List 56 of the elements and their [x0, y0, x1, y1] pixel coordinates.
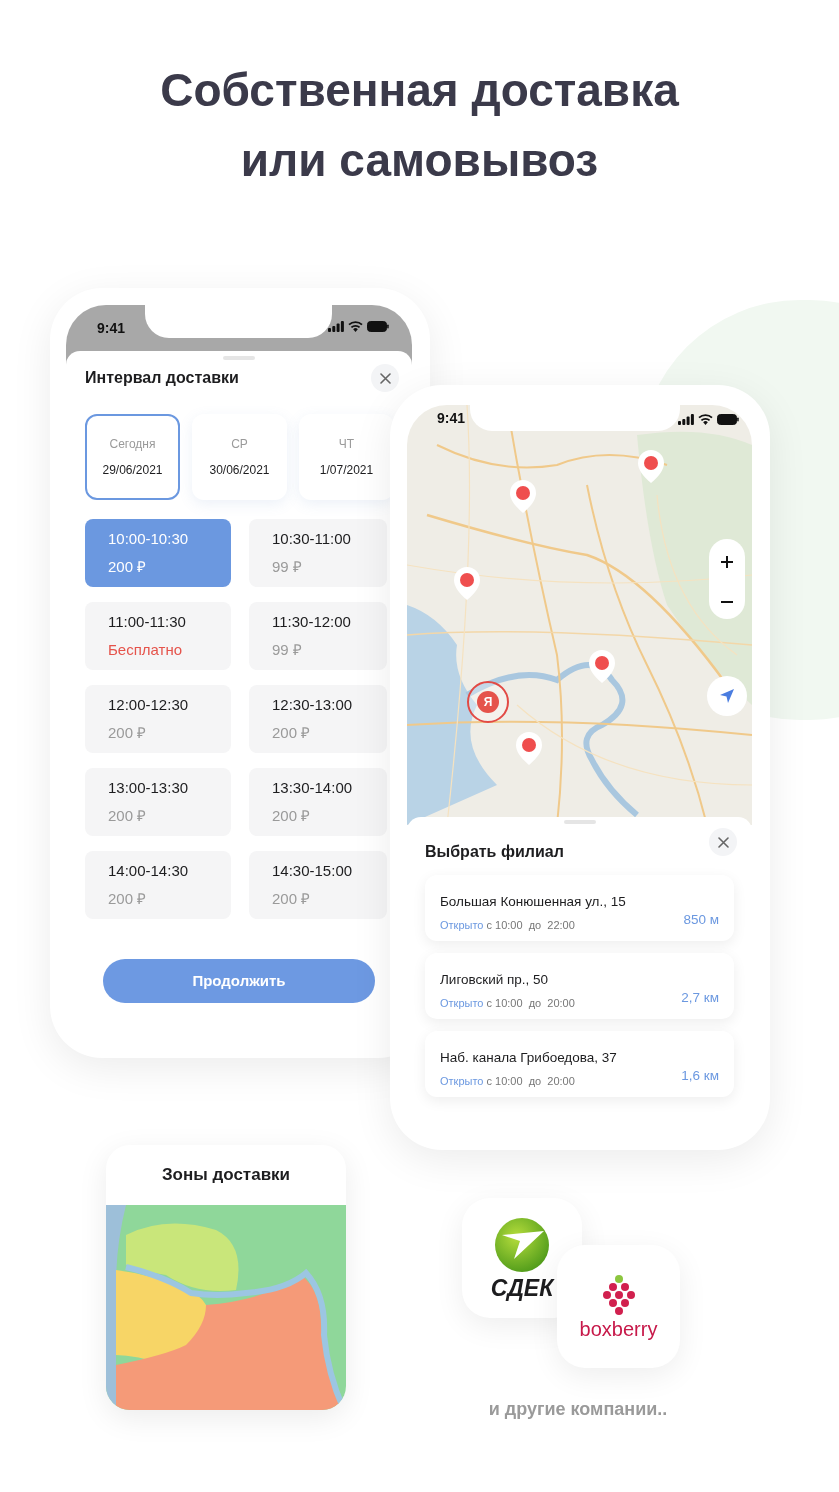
logo-text: СДЕК: [490, 1276, 554, 1300]
headline-text: или самовывоз: [240, 133, 599, 188]
opening-hours: с 10:00 до 22:00: [486, 918, 575, 934]
wifi-icon: [348, 321, 363, 332]
opening-hours: с 10:00 до 20:00: [486, 996, 575, 1012]
zoom-out-icon[interactable]: [721, 600, 733, 603]
open-status: Открыто: [440, 996, 484, 1012]
partners-note: и другие компании..: [488, 1398, 668, 1421]
map-pin-icon: [515, 732, 543, 766]
branch-address: Наб. канала Грибоедова, 37: [440, 1049, 617, 1067]
map-pin-icon: [453, 567, 481, 601]
logo-text: boxberry: [579, 1318, 658, 1339]
map-pin-icon: [588, 650, 616, 684]
signal-icon: [678, 414, 694, 425]
close-button[interactable]: [371, 364, 399, 392]
opening-hours: с 10:00 до 20:00: [486, 1074, 575, 1090]
time-slot[interactable]: 13:00-13:30 200 ₽: [85, 768, 231, 836]
branch-card[interactable]: Большая Конюшенная ул., 15 Открыто с 10:00 до 22:00 850 м: [425, 875, 734, 941]
card-title: Зоны доставки: [161, 1164, 291, 1187]
close-icon[interactable]: [379, 372, 391, 384]
branch-distance: 2,7 км: [681, 989, 719, 1007]
sheet-title: Выбрать филиал: [425, 842, 564, 862]
map-pin-icon: [509, 480, 537, 514]
close-icon[interactable]: [717, 836, 729, 848]
branch-distance: 850 м: [683, 911, 719, 929]
date-tab[interactable]: СР 30/06/2021: [192, 414, 287, 500]
navigation-arrow-icon[interactable]: [719, 688, 735, 704]
date-tab[interactable]: Сегодня 29/06/2021: [85, 414, 180, 500]
branch-card[interactable]: Наб. канала Грибоедова, 37 Открыто с 10:00 до 20:00 1,6 км: [425, 1031, 734, 1097]
close-button[interactable]: [709, 828, 737, 856]
time-slot[interactable]: 10:30-11:00 99 ₽: [249, 519, 387, 587]
time-slot[interactable]: 14:00-14:30 200 ₽: [85, 851, 231, 919]
time-slot[interactable]: 11:30-12:00 99 ₽: [249, 602, 387, 670]
map-pin-icon: [637, 450, 665, 484]
zoom-in-icon[interactable]: [721, 555, 733, 568]
branch-distance: 1,6 км: [681, 1067, 719, 1085]
time-slot[interactable]: 13:30-14:00 200 ₽: [249, 768, 387, 836]
status-time: 9:41: [437, 409, 466, 428]
open-status: Открыто: [440, 918, 484, 934]
branch-address: Лиговский пр., 50: [440, 971, 550, 989]
battery-icon: [367, 321, 389, 332]
time-slot[interactable]: 12:00-12:30 200 ₽: [85, 685, 231, 753]
globe-logo-icon: [494, 1216, 550, 1273]
open-status: Открыто: [440, 1074, 484, 1090]
branch-address: Большая Конюшенная ул., 15: [440, 893, 626, 911]
time-slot[interactable]: 12:30-13:00 200 ₽: [249, 685, 387, 753]
headline-text: Собственная доставка: [160, 63, 679, 118]
date-tab[interactable]: ЧТ 1/07/2021: [299, 414, 394, 500]
branch-card[interactable]: Лиговский пр., 50 Открыто с 10:00 до 20:00 2,7 км: [425, 953, 734, 1019]
signal-icon: [328, 321, 344, 332]
battery-icon: [717, 414, 739, 425]
time-slot[interactable]: 11:00-11:30 Бесплатно: [85, 602, 231, 670]
sheet-title: Интервал доставки: [85, 368, 239, 388]
wifi-icon: [698, 414, 713, 425]
time-slot[interactable]: 14:30-15:00 200 ₽: [249, 851, 387, 919]
status-time: 9:41: [97, 319, 126, 338]
